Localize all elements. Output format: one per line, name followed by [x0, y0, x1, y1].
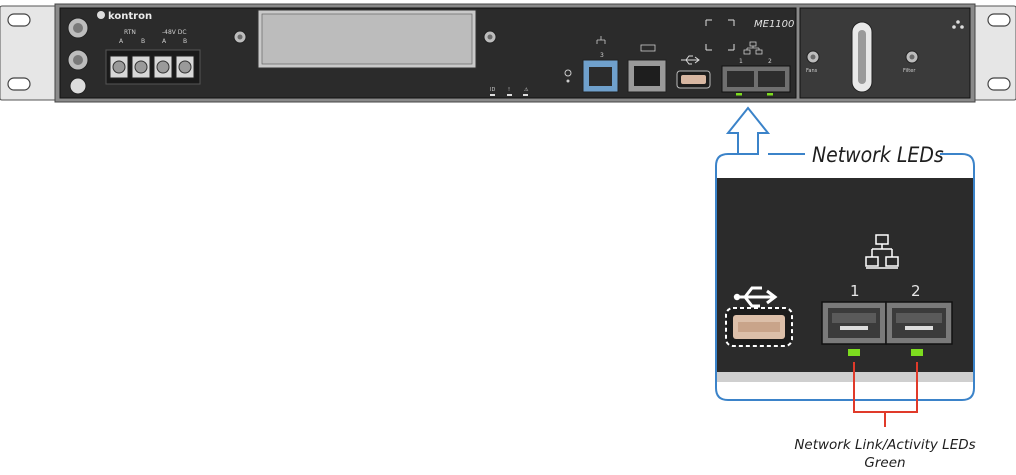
link-activity-led-1	[848, 349, 860, 356]
rack-ear-left	[0, 5, 56, 101]
sfp-label-1: 1	[739, 58, 743, 65]
port-label-2: 2	[911, 282, 921, 300]
led-label-warning: !	[508, 87, 510, 93]
caption-line-1: Network Link/Activity LEDs	[794, 437, 975, 453]
callout-title: Network LEDs	[812, 143, 944, 167]
sfp-label-2: 2	[768, 58, 772, 65]
thumbscrew-right	[483, 30, 497, 44]
sfp-cage-2	[885, 301, 953, 345]
usb-port-zoomed	[725, 307, 793, 347]
kontron-logo-icon	[97, 11, 105, 19]
blank-slot-cover	[257, 9, 477, 69]
label-rtn: RTN	[124, 29, 136, 36]
fan-label-fans: Fans	[806, 68, 818, 74]
thumbscrew-left	[233, 30, 247, 44]
diagram-canvas: kontron RTN -48V DC A B A B ID ! ⚠ 3 1 2…	[0, 3, 1016, 471]
brand-name: kontron	[108, 11, 152, 22]
label-b2: B	[183, 38, 187, 45]
port-label-1: 1	[850, 282, 860, 300]
led-label-alarm: ⚠	[524, 87, 529, 93]
power-terminal-block	[105, 49, 201, 85]
callout-arrow	[725, 106, 771, 155]
fan-label-filter: Filter	[903, 68, 916, 74]
label-dc: -48V DC	[162, 29, 187, 36]
link-activity-led-2	[911, 349, 923, 356]
port3-label: 3	[600, 52, 604, 59]
label-b1: B	[141, 38, 145, 45]
led-label-id: ID	[490, 87, 495, 93]
ground-symbol-icon	[69, 77, 87, 95]
grounding-screw-bottom	[67, 49, 89, 71]
grounding-screw-top	[67, 17, 89, 39]
zoom-panel-bottom-edge	[717, 372, 973, 382]
caption-line-2: Green	[864, 455, 905, 471]
sfp-cage-1	[821, 301, 887, 345]
rack-ear-right	[974, 5, 1016, 101]
model-name: ME1100	[754, 19, 794, 30]
fan-panel	[799, 7, 971, 99]
